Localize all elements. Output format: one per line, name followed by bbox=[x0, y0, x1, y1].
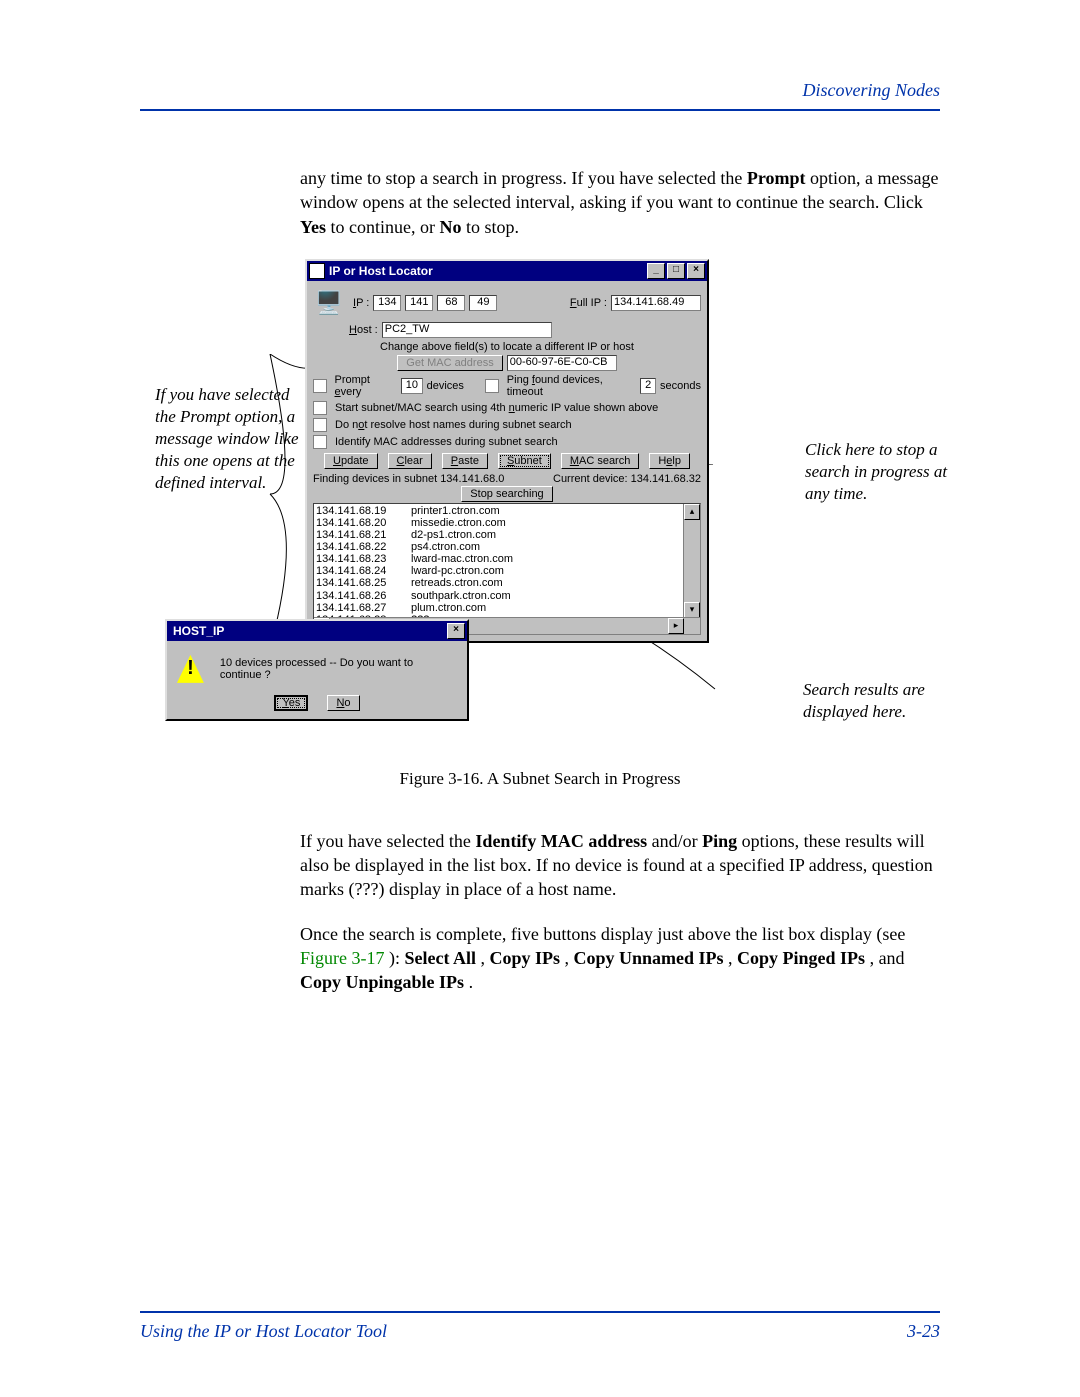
text: . bbox=[469, 972, 474, 992]
mac-search-button[interactable]: MAC search bbox=[561, 453, 640, 469]
status-left: Finding devices in subnet 134.141.68.0 bbox=[313, 473, 504, 485]
text: , bbox=[565, 948, 574, 968]
fullip-label: Full IP : bbox=[570, 297, 607, 309]
ip-label: IP : bbox=[353, 297, 369, 309]
text: ): bbox=[389, 948, 405, 968]
list-item[interactable]: 134.141.68.21d2-ps1.ctron.com bbox=[316, 529, 698, 541]
subnet-button[interactable]: Subnet bbox=[498, 453, 551, 469]
list-item[interactable]: 134.141.68.22ps4.ctron.com bbox=[316, 541, 698, 553]
maximize-button[interactable]: □ bbox=[667, 263, 685, 279]
scroll-up-button[interactable]: ▴ bbox=[684, 504, 700, 520]
mac-field[interactable]: 00-60-97-6E-C0-CB bbox=[507, 355, 617, 371]
paste-button[interactable]: Paste bbox=[442, 453, 488, 469]
footer-right: 3-23 bbox=[907, 1321, 940, 1342]
text-bold: Copy IPs bbox=[489, 948, 560, 968]
minimize-button[interactable]: _ bbox=[647, 263, 665, 279]
instruction-text: Change above field(s) to locate a differ… bbox=[313, 341, 701, 353]
ip-octet-2[interactable]: 141 bbox=[405, 295, 433, 311]
list-item[interactable]: 134.141.68.23lward-mac.ctron.com bbox=[316, 553, 698, 565]
page-footer: Using the IP or Host Locator Tool 3-23 bbox=[140, 1311, 940, 1342]
scroll-down-button[interactable]: ▾ bbox=[684, 602, 700, 618]
results-listbox[interactable]: 134.141.68.19printer1.ctron.com134.141.6… bbox=[313, 503, 701, 635]
text: to stop. bbox=[466, 217, 519, 237]
hostip-message: 10 devices processed -- Do you want to c… bbox=[220, 657, 457, 681]
text: any time to stop a search in progress. I… bbox=[300, 168, 747, 188]
no-resolve-checkbox[interactable] bbox=[313, 418, 327, 432]
no-resolve-label: Do not resolve host names during subnet … bbox=[335, 419, 572, 431]
footer-left: Using the IP or Host Locator Tool bbox=[140, 1321, 387, 1342]
figure-caption: Figure 3-16. A Subnet Search in Progress bbox=[140, 769, 940, 789]
list-item[interactable]: 134.141.68.25retreads.ctron.com bbox=[316, 577, 698, 589]
page-header: Discovering Nodes bbox=[140, 80, 940, 111]
start-search-checkbox[interactable] bbox=[313, 401, 327, 415]
close-button[interactable]: × bbox=[687, 263, 705, 279]
get-mac-button[interactable]: Get MAC address bbox=[397, 355, 502, 371]
text-bold: No bbox=[439, 217, 461, 237]
status-right: Current device: 134.141.68.32 bbox=[553, 473, 701, 485]
text: and/or bbox=[652, 831, 702, 851]
text-bold: Identify MAC address bbox=[475, 831, 647, 851]
list-item[interactable]: 134.141.68.24lward-pc.ctron.com bbox=[316, 565, 698, 577]
ip-octet-1[interactable]: 134 bbox=[373, 295, 401, 311]
warning-icon: ! bbox=[177, 655, 204, 683]
app-icon bbox=[309, 263, 325, 279]
ping-value[interactable]: 2 bbox=[640, 378, 656, 394]
prompt-label-post: devices bbox=[427, 380, 464, 392]
list-item[interactable]: 134.141.68.26southpark.ctron.com bbox=[316, 590, 698, 602]
prompt-value[interactable]: 10 bbox=[401, 378, 422, 394]
paragraph-1: any time to stop a search in progress. I… bbox=[300, 166, 940, 239]
host-label: Host : bbox=[349, 324, 378, 336]
vertical-scrollbar[interactable]: ▴ ▾ bbox=[683, 504, 700, 618]
scroll-right-button[interactable]: ▸ bbox=[668, 618, 684, 634]
text: Once the search is complete, five button… bbox=[300, 924, 905, 944]
figure-link[interactable]: Figure 3-17 bbox=[300, 948, 385, 968]
annotation-right-bottom: Search results are displayed here. bbox=[803, 679, 968, 723]
text: , bbox=[728, 948, 737, 968]
yes-button[interactable]: Yes bbox=[274, 695, 308, 711]
clear-button[interactable]: Clear bbox=[388, 453, 432, 469]
hostip-dialog: HOST_IP × ! 10 devices processed -- Do y… bbox=[165, 619, 469, 721]
update-button[interactable]: Update bbox=[324, 453, 377, 469]
titlebar[interactable]: IP or Host Locator _ □ × bbox=[307, 261, 707, 281]
identify-mac-checkbox[interactable] bbox=[313, 435, 327, 449]
help-button[interactable]: Help bbox=[649, 453, 690, 469]
hostip-titlebar[interactable]: HOST_IP × bbox=[167, 621, 467, 641]
ip-octet-3[interactable]: 68 bbox=[437, 295, 465, 311]
text-bold: Copy Pinged IPs bbox=[737, 948, 865, 968]
stop-searching-button[interactable]: Stop searching bbox=[461, 486, 552, 502]
text: If you have selected the bbox=[300, 831, 475, 851]
ip-octet-4[interactable]: 49 bbox=[469, 295, 497, 311]
text: , and bbox=[870, 948, 905, 968]
text-bold: Ping bbox=[702, 831, 737, 851]
window-title: IP or Host Locator bbox=[325, 264, 645, 278]
ip-locator-window: IP or Host Locator _ □ × 🖥️ IP : 134 141… bbox=[305, 259, 709, 643]
text-bold: Copy Unpingable IPs bbox=[300, 972, 464, 992]
prompt-label-pre: Prompt every bbox=[335, 374, 398, 398]
annotation-right-top: Click here to stop a search in progress … bbox=[805, 439, 950, 505]
host-field[interactable]: PC2_TW bbox=[382, 322, 552, 338]
globe-icon: 🖥️ bbox=[313, 287, 345, 319]
hostip-close-button[interactable]: × bbox=[447, 623, 465, 639]
start-search-label: Start subnet/MAC search using 4th numeri… bbox=[335, 402, 658, 414]
ping-label-post: seconds bbox=[660, 380, 701, 392]
text-bold: Select All bbox=[405, 948, 476, 968]
list-item[interactable]: 134.141.68.20missedie.ctron.com bbox=[316, 517, 698, 529]
text-bold: Copy Unnamed IPs bbox=[574, 948, 724, 968]
figure-area: If you have selected the Prompt option, … bbox=[140, 259, 940, 739]
text: to continue, or bbox=[331, 217, 440, 237]
paragraph-3: Once the search is complete, five button… bbox=[300, 922, 940, 995]
identify-mac-label: Identify MAC addresses during subnet sea… bbox=[335, 436, 558, 448]
ping-label-pre: Ping found devices, timeout bbox=[507, 374, 637, 398]
hostip-title: HOST_IP bbox=[169, 624, 445, 638]
fullip-field[interactable]: 134.141.68.49 bbox=[611, 295, 701, 311]
list-item[interactable]: 134.141.68.27plum.ctron.com bbox=[316, 602, 698, 614]
no-button[interactable]: No bbox=[327, 695, 359, 711]
text-bold: Prompt bbox=[747, 168, 806, 188]
ping-checkbox[interactable] bbox=[485, 379, 499, 393]
annotation-left: If you have selected the Prompt option, … bbox=[155, 384, 305, 494]
paragraph-2: If you have selected the Identify MAC ad… bbox=[300, 829, 940, 902]
prompt-checkbox[interactable] bbox=[313, 379, 327, 393]
text-bold: Yes bbox=[300, 217, 326, 237]
list-item[interactable]: 134.141.68.19printer1.ctron.com bbox=[316, 505, 698, 517]
